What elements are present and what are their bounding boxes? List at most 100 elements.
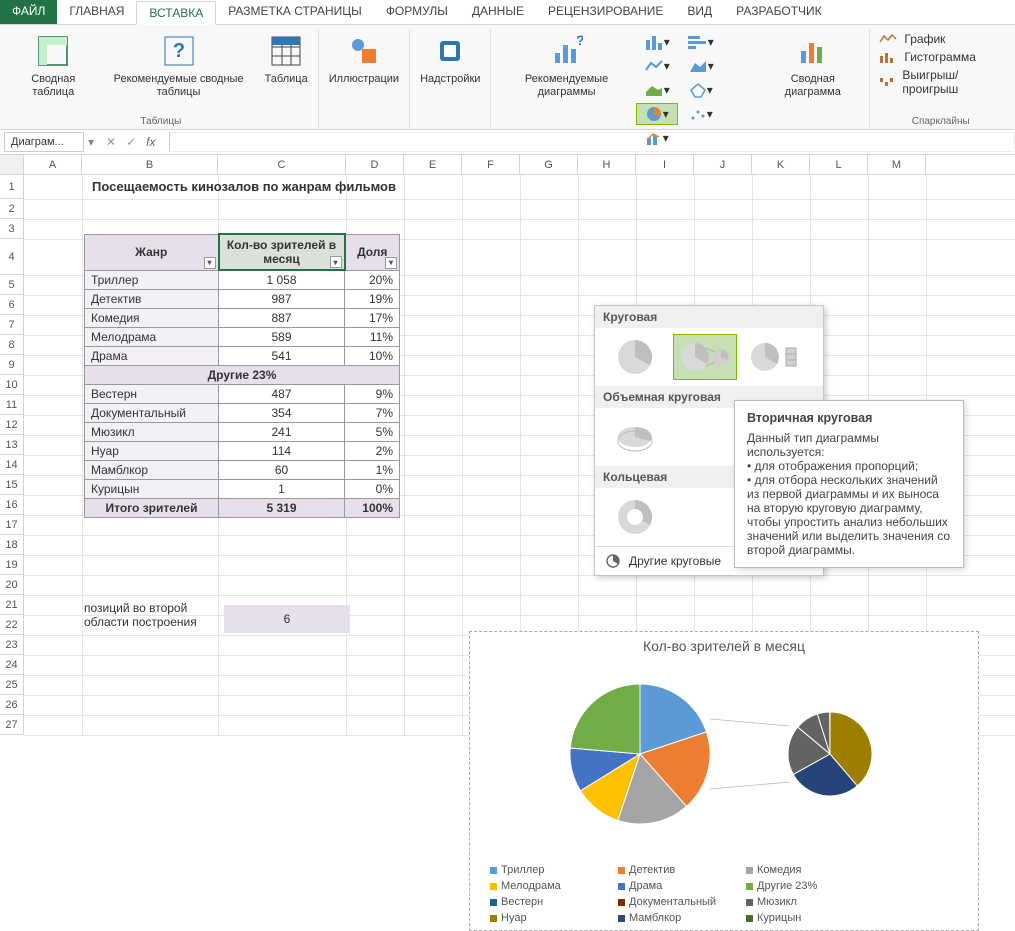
- tab-formulas[interactable]: ФОРМУЛЫ: [374, 0, 460, 24]
- column-header[interactable]: I: [636, 155, 694, 174]
- row-header[interactable]: 19: [0, 555, 24, 575]
- row-header[interactable]: 26: [0, 695, 24, 715]
- table-row[interactable]: Нуар1142%: [85, 442, 400, 461]
- row-header[interactable]: 14: [0, 455, 24, 475]
- table-row[interactable]: Вестерн4879%: [85, 385, 400, 404]
- row-header[interactable]: 12: [0, 415, 24, 435]
- table-row[interactable]: Курицын10%: [85, 480, 400, 499]
- formula-input[interactable]: [169, 132, 1015, 152]
- pivot-table-button[interactable]: Сводная таблица: [10, 29, 97, 101]
- tab-file[interactable]: ФАЙЛ: [0, 0, 57, 24]
- recommended-charts-button[interactable]: ? Рекомендуемые диаграммы: [497, 29, 635, 101]
- pie-chart-icon[interactable]: ▾: [636, 103, 678, 125]
- table-button[interactable]: Таблица: [261, 29, 312, 88]
- total-row[interactable]: Итого зрителей 5 319 100%: [85, 499, 400, 518]
- aux-value[interactable]: 6: [224, 605, 350, 633]
- table-row[interactable]: Драма54110%: [85, 347, 400, 366]
- row-header[interactable]: 4: [0, 239, 24, 275]
- column-header[interactable]: D: [346, 155, 404, 174]
- row-header[interactable]: 20: [0, 575, 24, 595]
- header-genre[interactable]: Жанр▾: [85, 234, 219, 270]
- addins-button[interactable]: Надстройки: [416, 29, 484, 88]
- row-header[interactable]: 21: [0, 595, 24, 615]
- column-header[interactable]: K: [752, 155, 810, 174]
- tab-home[interactable]: ГЛАВНАЯ: [57, 0, 136, 24]
- row-header[interactable]: 11: [0, 395, 24, 415]
- tab-data[interactable]: ДАННЫЕ: [460, 0, 536, 24]
- row-header[interactable]: 8: [0, 335, 24, 355]
- row-header[interactable]: 18: [0, 535, 24, 555]
- column-header[interactable]: H: [578, 155, 636, 174]
- row-header[interactable]: 13: [0, 435, 24, 455]
- pie-3d-option[interactable]: [603, 414, 667, 460]
- name-box-dropdown[interactable]: ▾: [84, 135, 98, 149]
- sparkline-column-button[interactable]: Гистограмма: [876, 49, 1005, 65]
- table-row[interactable]: Мелодрама58911%: [85, 328, 400, 347]
- pie-of-pie-option[interactable]: [673, 334, 737, 380]
- tab-review[interactable]: РЕЦЕНЗИРОВАНИЕ: [536, 0, 675, 24]
- illustrations-button[interactable]: Иллюстрации: [325, 29, 403, 88]
- row-header[interactable]: 23: [0, 635, 24, 655]
- column-header[interactable]: E: [404, 155, 462, 174]
- column-chart-icon[interactable]: ▾: [636, 31, 678, 53]
- filter-dropdown-icon[interactable]: ▾: [385, 257, 397, 269]
- fx-icon[interactable]: fx: [146, 135, 155, 149]
- column-header[interactable]: L: [810, 155, 868, 174]
- row-header[interactable]: 6: [0, 295, 24, 315]
- cancel-formula-icon[interactable]: ✕: [106, 135, 116, 149]
- row-header[interactable]: 24: [0, 655, 24, 675]
- row-header[interactable]: 3: [0, 219, 24, 239]
- filter-dropdown-icon[interactable]: ▾: [330, 256, 342, 268]
- column-header[interactable]: A: [24, 155, 82, 174]
- column-header[interactable]: F: [462, 155, 520, 174]
- row-header[interactable]: 9: [0, 355, 24, 375]
- row-header[interactable]: 17: [0, 515, 24, 535]
- radar-chart-icon[interactable]: ▾: [680, 79, 722, 101]
- column-header[interactable]: C: [218, 155, 346, 174]
- row-header[interactable]: 5: [0, 275, 24, 295]
- column-header[interactable]: M: [868, 155, 926, 174]
- name-box[interactable]: Диаграм...: [4, 132, 84, 152]
- tab-insert[interactable]: ВСТАВКА: [136, 1, 216, 25]
- accept-formula-icon[interactable]: ✓: [126, 135, 136, 149]
- row-header[interactable]: 16: [0, 495, 24, 515]
- table-row[interactable]: Триллер1 05820%: [85, 270, 400, 290]
- bar-chart-icon[interactable]: ▾: [680, 31, 722, 53]
- tab-page-layout[interactable]: РАЗМЕТКА СТРАНИЦЫ: [216, 0, 374, 24]
- table-row[interactable]: Детектив98719%: [85, 290, 400, 309]
- tab-developer[interactable]: РАЗРАБОТЧИК: [724, 0, 834, 24]
- cell-area[interactable]: Посещаемость кинозалов по жанрам фильмов…: [24, 175, 1015, 735]
- row-header[interactable]: 7: [0, 315, 24, 335]
- other-summary-row[interactable]: Другие 23%: [85, 366, 400, 385]
- column-header[interactable]: B: [82, 155, 218, 174]
- header-share[interactable]: Доля▾: [345, 234, 400, 270]
- row-header[interactable]: 25: [0, 675, 24, 695]
- area-chart-icon[interactable]: ▾: [680, 55, 722, 77]
- filter-dropdown-icon[interactable]: ▾: [204, 257, 216, 269]
- table-row[interactable]: Документальный3547%: [85, 404, 400, 423]
- doughnut-option[interactable]: [603, 494, 667, 540]
- row-header[interactable]: 10: [0, 375, 24, 395]
- recommended-tables-button[interactable]: ? Рекомендуемые сводные таблицы: [97, 29, 261, 101]
- table-row[interactable]: Мюзикл2415%: [85, 423, 400, 442]
- tab-view[interactable]: ВИД: [675, 0, 724, 24]
- header-count[interactable]: Кол-во зрителей в месяц▾: [219, 234, 345, 270]
- column-header[interactable]: J: [694, 155, 752, 174]
- row-header[interactable]: 1: [0, 175, 24, 199]
- sparkline-winloss-button[interactable]: Выигрыш/проигрыш: [876, 67, 1005, 97]
- table-row[interactable]: Комедия88717%: [85, 309, 400, 328]
- row-header[interactable]: 15: [0, 475, 24, 495]
- pivot-chart-button[interactable]: Сводная диаграмма: [762, 29, 863, 101]
- row-header[interactable]: 22: [0, 615, 24, 635]
- scatter-chart-icon[interactable]: ▾: [680, 103, 722, 125]
- line-chart-icon[interactable]: ▾: [636, 55, 678, 77]
- sparkline-line-button[interactable]: График: [876, 31, 1005, 47]
- bar-of-pie-option[interactable]: [743, 334, 807, 380]
- table-row[interactable]: Мамблкор601%: [85, 461, 400, 480]
- pie-2d-option[interactable]: [603, 334, 667, 380]
- row-header[interactable]: 27: [0, 715, 24, 735]
- embedded-chart[interactable]: Кол-во зрителей в месяц ТриллерДетективК…: [469, 631, 979, 931]
- surface-chart-icon[interactable]: ▾: [636, 79, 678, 101]
- column-header[interactable]: G: [520, 155, 578, 174]
- select-all-corner[interactable]: [0, 155, 24, 174]
